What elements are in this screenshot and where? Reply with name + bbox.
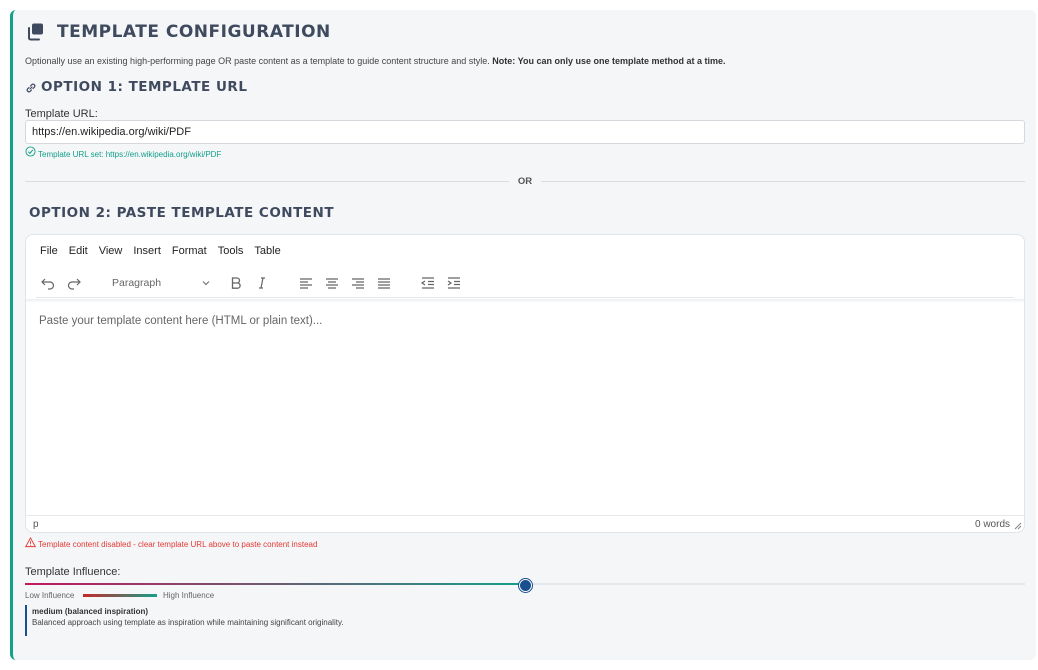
editor-content-area[interactable]: Paste your template content here (HTML o… bbox=[39, 315, 322, 327]
rich-text-editor: File Edit View Insert Format Tools Table… bbox=[25, 234, 1025, 533]
outdent-icon[interactable] bbox=[420, 275, 436, 291]
align-right-icon[interactable] bbox=[350, 275, 366, 291]
copy-icon bbox=[28, 23, 43, 41]
redo-icon[interactable] bbox=[66, 275, 82, 291]
chevron-down-icon[interactable] bbox=[200, 277, 212, 289]
menu-edit[interactable]: Edit bbox=[69, 245, 88, 257]
align-left-icon[interactable] bbox=[298, 275, 314, 291]
check-circle-icon bbox=[25, 146, 36, 157]
or-label: OR bbox=[509, 175, 541, 188]
element-path[interactable]: p bbox=[33, 519, 39, 530]
word-count[interactable]: 0 words bbox=[975, 519, 1010, 530]
high-influence-label: High Influence bbox=[163, 591, 215, 600]
influence-level-description: medium (balanced inspiration) Balanced a… bbox=[25, 605, 385, 636]
description: Optionally use an existing high-performi… bbox=[25, 55, 726, 67]
page-title: Template Configuration bbox=[57, 22, 331, 42]
influence-slider-fill bbox=[25, 583, 525, 585]
description-note: Note: You can only use one template meth… bbox=[492, 56, 726, 66]
content-disabled-warning: Template content disabled - clear templa… bbox=[38, 540, 318, 549]
bold-icon[interactable] bbox=[228, 275, 244, 291]
resize-handle-icon[interactable] bbox=[1014, 522, 1022, 530]
influence-level-text: Balanced approach using template as insp… bbox=[32, 618, 344, 627]
italic-icon[interactable] bbox=[254, 275, 270, 291]
align-center-icon[interactable] bbox=[324, 275, 340, 291]
link-icon bbox=[26, 83, 36, 93]
menu-table[interactable]: Table bbox=[254, 245, 280, 257]
description-text: Optionally use an existing high-performi… bbox=[25, 56, 490, 66]
menu-format[interactable]: Format bbox=[172, 245, 207, 257]
menu-view[interactable]: View bbox=[99, 245, 123, 257]
block-format-select[interactable]: Paragraph bbox=[112, 277, 161, 289]
menu-file[interactable]: File bbox=[40, 245, 58, 257]
toolbar-divider bbox=[36, 297, 1014, 298]
influence-slider-thumb[interactable] bbox=[519, 579, 532, 592]
menu-tools[interactable]: Tools bbox=[218, 245, 244, 257]
toolbar-shadow bbox=[26, 299, 1024, 303]
editor-statusbar: p 0 words bbox=[26, 515, 1024, 534]
undo-icon[interactable] bbox=[40, 275, 56, 291]
option2-title: Option 2: Paste Template Content bbox=[29, 205, 335, 221]
editor-toolbar: Paragraph bbox=[38, 273, 1018, 293]
template-url-label: Template URL: bbox=[25, 108, 98, 120]
template-influence-label: Template Influence: bbox=[25, 566, 121, 578]
menu-insert[interactable]: Insert bbox=[133, 245, 161, 257]
editor-menubar: File Edit View Insert Format Tools Table bbox=[40, 245, 292, 257]
option1-title: Option 1: Template URL bbox=[41, 79, 248, 95]
url-status-message: Template URL set: https://en.wikipedia.o… bbox=[38, 150, 222, 159]
template-url-input[interactable] bbox=[25, 120, 1025, 144]
warning-icon bbox=[25, 537, 36, 548]
influence-level-title: medium (balanced inspiration) bbox=[32, 607, 149, 616]
indent-icon[interactable] bbox=[446, 275, 462, 291]
align-justify-icon[interactable] bbox=[376, 275, 392, 291]
low-influence-label: Low Influence bbox=[25, 591, 75, 600]
influence-gradient-legend bbox=[83, 594, 157, 597]
template-configuration-panel: Template Configuration Optionally use an… bbox=[10, 10, 1036, 660]
